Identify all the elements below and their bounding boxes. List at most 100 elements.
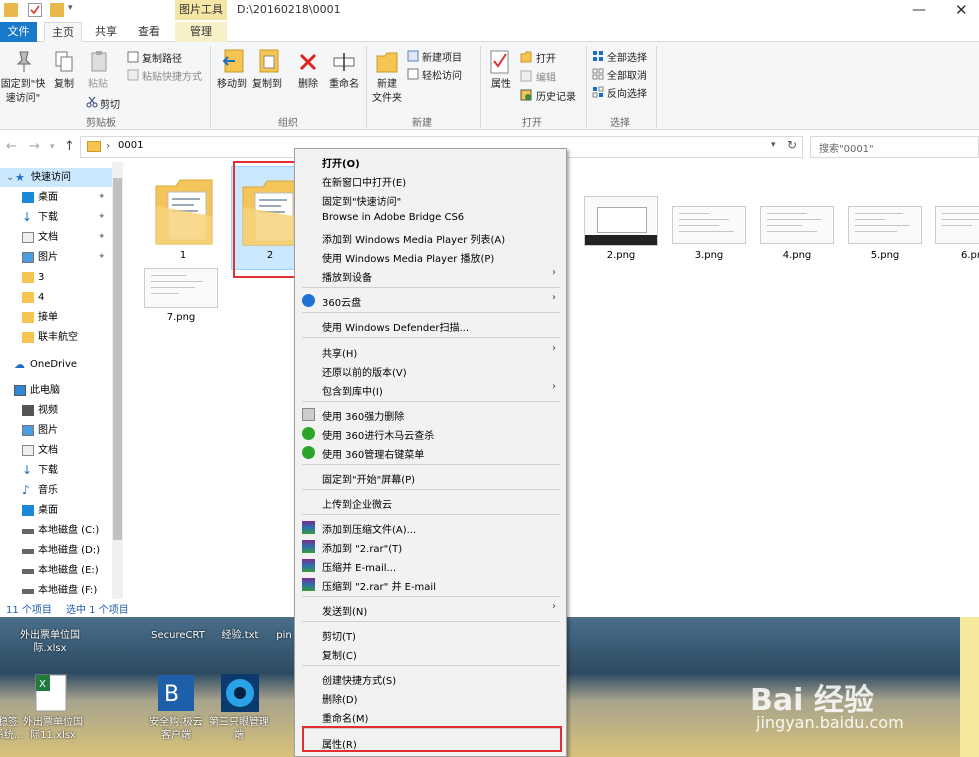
open-button[interactable]: 打开 [536, 50, 556, 65]
nav-pc-documents[interactable]: 文档 [22, 441, 112, 460]
invert-selection-button[interactable]: 反向选择 [607, 85, 647, 100]
tab-manage[interactable]: 管理 [175, 22, 227, 42]
image-thumbnail[interactable] [935, 206, 979, 244]
paste-shortcut-button[interactable]: 粘贴快捷方式 [142, 68, 202, 83]
select-none-button[interactable]: 全部取消 [607, 67, 647, 82]
nav-item-pictures[interactable]: 图片 ✦ [22, 248, 112, 267]
menu-item-scan360[interactable]: 使用 360进行木马云查杀 [322, 427, 434, 442]
desktop-icon-label[interactable]: 外出票单位国 际11.xlsx [18, 716, 88, 742]
image-thumbnail[interactable] [672, 206, 746, 244]
menu-item-compress-rar-email[interactable]: 压缩到 "2.rar" 并 E-mail [322, 578, 436, 593]
desktop-icon-label[interactable]: 第三只眼管理 端 [206, 716, 272, 742]
desktop-icon-label[interactable]: 经验.txt [216, 629, 264, 642]
menu-item-pin-start[interactable]: 固定到"开始"屏幕(P) [322, 471, 415, 486]
menu-item-cut[interactable]: 剪切(T) [322, 628, 356, 643]
image-thumbnail[interactable] [848, 206, 922, 244]
paste-button[interactable]: 粘贴 [84, 78, 112, 92]
folder-item-1[interactable] [154, 176, 214, 248]
nav-item-documents[interactable]: 文档 ✦ [22, 228, 112, 247]
properties-check-icon[interactable] [28, 3, 42, 17]
desktop-icon-label[interactable]: pin [272, 629, 296, 642]
cut-button[interactable]: 剪切 [100, 96, 120, 111]
excel-file-icon[interactable]: X [34, 673, 68, 713]
secure-client-icon[interactable]: B [156, 673, 196, 713]
menu-item-copy[interactable]: 复制(C) [322, 647, 357, 662]
rename-button[interactable]: 重命名 [326, 78, 362, 92]
nav-pc-drive-d[interactable]: 本地磁盘 (D:) [22, 541, 112, 560]
image-thumbnail[interactable] [584, 196, 658, 246]
menu-item-send-to[interactable]: 发送到(N) [322, 603, 367, 618]
menu-item-add-wmp-list[interactable]: 添加到 Windows Media Player 列表(A) [322, 231, 505, 246]
nav-pc-videos[interactable]: 视频 [22, 401, 112, 420]
nav-item-lianfeng[interactable]: 联丰航空 [22, 328, 112, 347]
nav-pc-downloads[interactable]: ↓ 下载 [22, 461, 112, 480]
copy-path-button[interactable]: 复制路径 [142, 50, 182, 65]
nav-item-folder-4[interactable]: 4 [22, 288, 112, 307]
nav-scrollbar-thumb[interactable] [113, 178, 122, 540]
forward-arrow-icon[interactable]: → [29, 139, 40, 154]
up-arrow-icon[interactable]: ↑ [64, 139, 75, 154]
chevron-down-icon[interactable]: ▾ [68, 3, 82, 17]
history-button[interactable]: 历史记录 [536, 88, 576, 103]
menu-item-open[interactable]: 打开(O) [322, 155, 360, 170]
new-folder-button[interactable]: 新建 文件夹 [368, 78, 406, 106]
menu-item-share[interactable]: 共享(H) [322, 345, 357, 360]
pin-quick-access-button[interactable]: 固定到"快 速访问" [0, 78, 46, 106]
copy-to-button[interactable]: 复制到 [250, 78, 284, 92]
easy-access-button[interactable]: 轻松访问 [422, 67, 462, 82]
menu-item-play-wmp[interactable]: 使用 Windows Media Player 播放(P) [322, 250, 494, 265]
nav-item-folder-3[interactable]: 3 [22, 268, 112, 287]
minimize-button[interactable]: — [912, 2, 926, 18]
image-thumbnail[interactable] [144, 268, 218, 308]
tab-file[interactable]: 文件 [0, 22, 37, 42]
properties-button[interactable]: 属性 [486, 78, 516, 92]
new-item-button[interactable]: 新建项目 [422, 49, 462, 64]
menu-item-add-rar[interactable]: 添加到 "2.rar"(T) [322, 540, 402, 555]
nav-pc-music[interactable]: ♪ 音乐 [22, 481, 112, 500]
menu-item-browse-bridge[interactable]: Browse in Adobe Bridge CS6 [322, 212, 464, 223]
nav-this-pc[interactable]: 此电脑 [14, 381, 112, 400]
address-dropdown-icon[interactable]: ▾ [771, 140, 776, 150]
menu-item-open-new-window[interactable]: 在新窗口中打开(E) [322, 174, 406, 189]
nav-item-desktop[interactable]: 桌面 ✦ [22, 188, 112, 207]
menu-item-pin-quick-access[interactable]: 固定到"快速访问" [322, 193, 401, 208]
nav-pc-drive-e[interactable]: 本地磁盘 (E:) [22, 561, 112, 580]
new-folder-quick-icon[interactable] [50, 3, 64, 17]
desktop-icon-label[interactable]: SecureCRT [146, 629, 210, 642]
menu-item-add-archive[interactable]: 添加到压缩文件(A)... [322, 521, 416, 536]
menu-item-rename[interactable]: 重命名(M) [322, 710, 368, 725]
menu-item-compress-email[interactable]: 压缩并 E-mail... [322, 559, 396, 574]
menu-item-shred360[interactable]: 使用 360强力删除 [322, 408, 404, 423]
refresh-icon[interactable]: ↻ [787, 138, 797, 152]
tab-home[interactable]: 主页 [44, 22, 82, 42]
select-all-button[interactable]: 全部选择 [607, 49, 647, 64]
desktop-icon-label[interactable]: 稳签 系统... [0, 716, 24, 742]
desktop-icon-label[interactable]: 安全购-极云 客户端 [144, 716, 208, 742]
back-arrow-icon[interactable]: ← [6, 139, 17, 154]
menu-item-upload-weiyun[interactable]: 上传到企业微云 [322, 496, 392, 511]
tab-view[interactable]: 查看 [131, 22, 167, 42]
menu-item-create-shortcut[interactable]: 创建快捷方式(S) [322, 672, 396, 687]
menu-item-defender[interactable]: 使用 Windows Defender扫描... [322, 319, 469, 334]
desktop-icon-label[interactable]: 外出票单位国 际.xlsx [10, 629, 90, 655]
edit-button[interactable]: 编辑 [536, 69, 556, 84]
menu-item-restore-versions[interactable]: 还原以前的版本(V) [322, 364, 407, 379]
menu-item-menu360[interactable]: 使用 360管理右键菜单 [322, 446, 424, 461]
delete-button[interactable]: 删除 [294, 78, 322, 92]
nav-item-downloads[interactable]: ↓ 下载 ✦ [22, 208, 112, 227]
nav-pc-desktop[interactable]: 桌面 [22, 501, 112, 520]
nav-item-jiedan[interactable]: 接单 [22, 308, 112, 327]
close-button[interactable]: ✕ [955, 1, 968, 19]
tab-share[interactable]: 共享 [88, 22, 124, 42]
nav-pc-drive-c[interactable]: 本地磁盘 (C:) [22, 521, 112, 540]
eye-app-icon[interactable] [220, 673, 260, 713]
search-input[interactable]: 搜索"0001" [810, 136, 979, 158]
nav-onedrive[interactable]: ☁ OneDrive [14, 355, 112, 374]
copy-button[interactable]: 复制 [50, 78, 78, 92]
menu-item-cloud360[interactable]: 360云盘 [322, 294, 361, 309]
image-thumbnail[interactable] [760, 206, 834, 244]
move-to-button[interactable]: 移动到 [215, 78, 249, 92]
menu-item-delete[interactable]: 删除(D) [322, 691, 358, 706]
nav-pc-pictures[interactable]: 图片 [22, 421, 112, 440]
recent-chevron-icon[interactable]: ▾ [50, 142, 55, 152]
